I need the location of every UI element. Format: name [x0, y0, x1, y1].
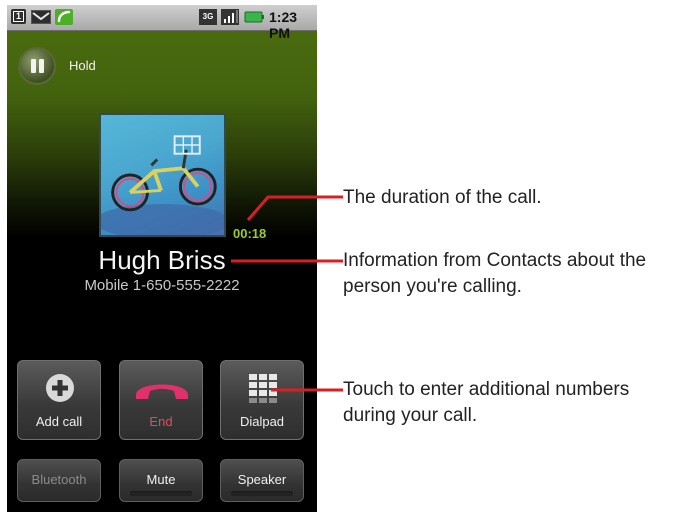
hang-up-icon	[136, 384, 188, 399]
duration-callout: The duration of the call.	[343, 185, 542, 211]
duration-callout-text: The duration of the call.	[343, 187, 542, 208]
caller-number: Mobile 1-650-555-2222	[84, 277, 240, 294]
sim-1-icon: 1	[11, 9, 26, 24]
mute-indicator	[130, 491, 192, 496]
battery-icon	[244, 11, 264, 23]
svg-text:3G: 3G	[203, 12, 214, 21]
dialpad-callout-line1: Touch to enter additional numbers	[343, 379, 630, 400]
bicycle-image	[101, 135, 224, 235]
call-duration: 00:18	[233, 226, 267, 241]
speaker-button[interactable]: Speaker	[220, 459, 304, 502]
dialpad-label: Dialpad	[239, 414, 285, 429]
bluetooth-button[interactable]: Bluetooth	[17, 459, 101, 502]
contact-callout-line2: person you're calling.	[343, 276, 522, 297]
add-call-label: Add call	[35, 414, 83, 429]
add-call-button[interactable]: Add call	[17, 360, 101, 440]
end-call-button[interactable]: End	[119, 360, 203, 440]
dialpad-button[interactable]: Dialpad	[220, 360, 304, 440]
gmail-icon	[31, 10, 51, 24]
end-label: End	[149, 414, 173, 429]
hold-button[interactable]	[18, 47, 56, 85]
caller-name: Hugh Briss	[98, 245, 226, 275]
3g-icon: 3G	[199, 9, 217, 25]
dialpad-callout-line2: during your call.	[343, 405, 478, 426]
speaker-label: Speaker	[237, 472, 287, 487]
speaker-indicator	[231, 491, 293, 496]
bluetooth-label: Bluetooth	[31, 472, 87, 487]
status-bar: 1 3G 1:23 PM	[7, 5, 317, 41]
hold-label: Hold	[69, 58, 96, 73]
dialpad-callout: Touch to enter additional numbers during…	[343, 377, 629, 429]
contact-callout-line1: Information from Contacts about the	[343, 250, 647, 271]
signal-icon	[221, 9, 239, 25]
contact-callout: Information from Contacts about the pers…	[343, 248, 646, 300]
mute-button[interactable]: Mute	[119, 459, 203, 502]
call-in-progress-icon	[55, 9, 73, 25]
contact-photo	[99, 113, 226, 237]
add-icon	[46, 374, 74, 402]
pause-icon	[31, 59, 36, 73]
mute-label: Mute	[146, 472, 176, 487]
status-time: 1:23 PM	[269, 9, 298, 41]
phone-screen: 1 3G 1:23 PM Hold 00:18 Hugh Briss Mobil…	[7, 5, 317, 512]
dialpad-icon	[249, 374, 277, 403]
